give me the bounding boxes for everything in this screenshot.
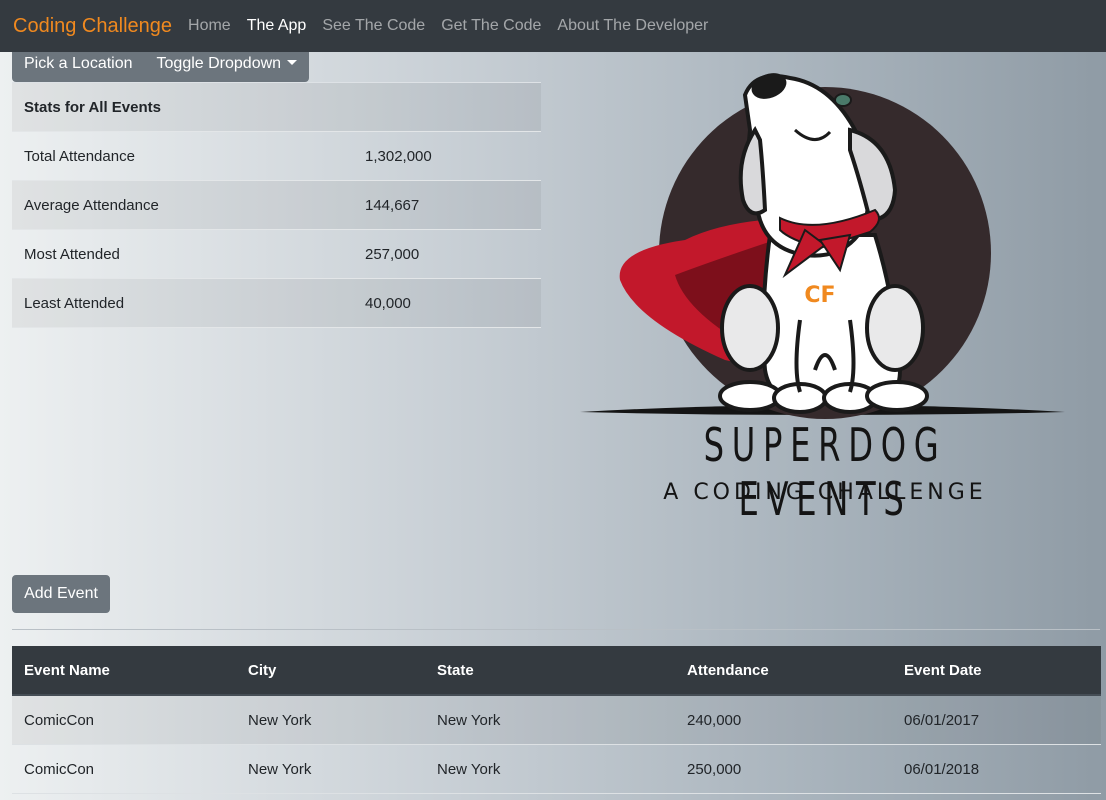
stats-label: Average Attendance (24, 196, 159, 214)
logo-subtitle: A CODING CHALLENGE (663, 480, 987, 505)
cf-badge-text: CF (804, 283, 835, 308)
stats-label: Total Attendance (24, 147, 135, 165)
column-header-attendance: Attendance (687, 661, 769, 679)
stats-label: Least Attended (24, 294, 125, 312)
cell-event-date: 06/01/2018 (904, 760, 980, 778)
nav-the-app[interactable]: The App (247, 17, 307, 35)
add-event-button[interactable]: Add Event (12, 575, 110, 613)
cell-city: New York (248, 760, 312, 778)
cell-attendance: 240,000 (687, 711, 742, 729)
logo-title: SUPERDOG EVENTS (703, 418, 947, 526)
events-table-header: Event Name City State Attendance Event D… (12, 646, 1101, 696)
stats-row: Most Attended 257,000 (12, 230, 541, 279)
stats-row: Total Attendance 1,302,000 (12, 132, 541, 181)
cell-event-name: ComicCon (24, 760, 95, 778)
table-row: ComicCon New York New York 250,000 06/01… (12, 745, 1101, 794)
nav-get-the-code[interactable]: Get The Code (441, 17, 541, 35)
stats-table: Stats for All Events Total Attendance 1,… (12, 82, 541, 328)
stats-row: Least Attended 40,000 (12, 279, 541, 328)
cell-event-name: ComicCon (24, 711, 95, 729)
location-button-group: Pick a Location Toggle Dropdown (12, 52, 310, 82)
stats-value: 1,302,000 (365, 147, 432, 165)
column-header-state: State (437, 661, 474, 679)
column-header-city: City (248, 661, 277, 679)
nav-home[interactable]: Home (188, 17, 231, 35)
stats-label: Most Attended (24, 245, 120, 263)
toggle-dropdown-button[interactable]: Toggle Dropdown (145, 52, 310, 82)
cell-attendance: 250,000 (687, 760, 742, 778)
events-table: Event Name City State Attendance Event D… (12, 646, 1101, 794)
cell-city: New York (248, 711, 312, 729)
cell-event-date: 06/01/2017 (904, 711, 980, 729)
stats-header-row: Stats for All Events (12, 83, 541, 132)
column-header-event-name: Event Name (24, 661, 110, 679)
column-header-event-date: Event Date (904, 661, 982, 679)
caret-down-icon (287, 60, 298, 65)
navbar: Coding Challenge Home The App See The Co… (0, 0, 1106, 52)
nav-see-the-code[interactable]: See The Code (322, 17, 425, 35)
stats-heading: Stats for All Events (24, 98, 161, 116)
stats-value: 257,000 (365, 245, 420, 263)
brand-link[interactable]: Coding Challenge (13, 15, 172, 38)
table-row: ComicCon New York New York 240,000 06/01… (12, 696, 1101, 745)
nav-about-the-developer[interactable]: About The Developer (557, 17, 708, 35)
stats-row: Average Attendance 144,667 (12, 181, 541, 230)
cell-state: New York (437, 711, 501, 729)
cell-state: New York (437, 760, 501, 778)
stats-value: 144,667 (365, 196, 420, 214)
pick-location-button[interactable]: Pick a Location (12, 52, 145, 82)
toggle-dropdown-label: Toggle Dropdown (156, 55, 282, 72)
section-divider (12, 629, 1100, 630)
stats-value: 40,000 (365, 294, 411, 312)
